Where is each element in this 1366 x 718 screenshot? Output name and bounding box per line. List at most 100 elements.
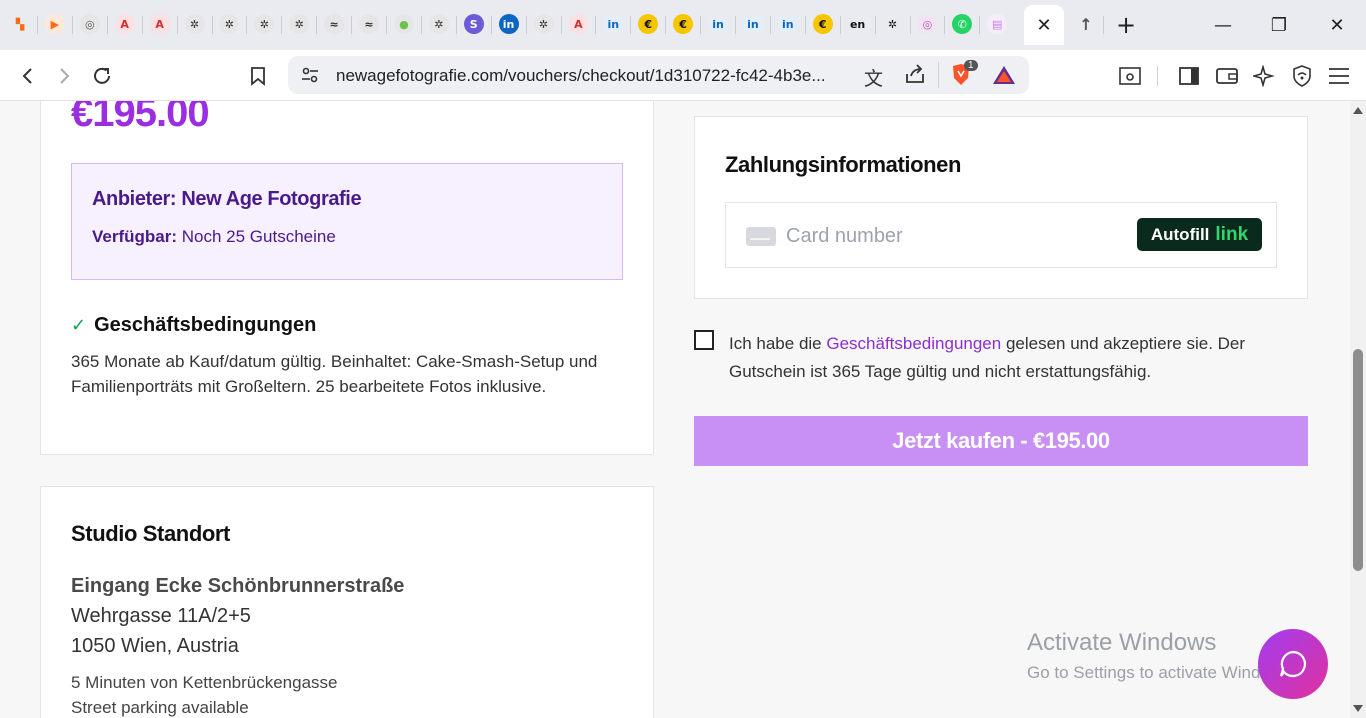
vpn-button[interactable]: [1288, 62, 1316, 90]
copilot-icon[interactable]: ≈: [359, 14, 379, 34]
scroll-down-arrow-icon[interactable]: [1353, 705, 1363, 712]
linkedin-icon[interactable]: in: [708, 14, 728, 34]
tab-divider: [176, 16, 178, 34]
url-text[interactable]: newagefotografie.com/vouchers/checkout/1…: [336, 66, 826, 86]
tab-divider: [386, 16, 387, 34]
scroll-up-arrow-icon[interactable]: [1353, 107, 1363, 114]
reader-icon: [1119, 67, 1141, 85]
euro-coin-icon[interactable]: €: [812, 14, 833, 34]
chatgpt-icon[interactable]: ◎: [79, 14, 100, 34]
wallet-button[interactable]: [1213, 62, 1241, 90]
angular-icon[interactable]: A: [568, 14, 589, 34]
euro-coin-icon[interactable]: €: [638, 14, 659, 34]
terms-agreement-text: Ich habe die Geschäftsbedingungen gelese…: [729, 330, 1319, 386]
tab-divider: [71, 16, 73, 34]
tab-divider: [769, 16, 771, 34]
tab-arrow-icon[interactable]: ↑: [1076, 14, 1096, 34]
tab-divider: [141, 16, 143, 34]
openai-icon[interactable]: ✲: [184, 14, 205, 34]
reader-mode-button[interactable]: [1116, 62, 1144, 90]
brave-rewards-icon[interactable]: [992, 65, 1016, 90]
restore-button[interactable]: ❐: [1264, 10, 1294, 40]
angular-icon[interactable]: A: [114, 14, 135, 34]
chat-launcher-button[interactable]: [1258, 629, 1328, 699]
site-settings-icon[interactable]: [300, 65, 320, 90]
close-window-button[interactable]: ✕: [1322, 10, 1352, 40]
s-coin-icon[interactable]: S: [463, 14, 484, 34]
tab-strip: ▚ ▶ ◎ A A ✲ ✲ ✲ ✲ ≈ ≈ ● ✲ Sin ✲ Ain € € in in in € en ✲ ◎ ✆ ▤ ✕ ↑ …: [0, 0, 1366, 50]
bookmark-button[interactable]: [244, 62, 272, 90]
payment-title: Zahlungsinformationen: [725, 152, 962, 177]
back-button[interactable]: [14, 62, 42, 90]
en-dict-icon[interactable]: en: [848, 14, 868, 34]
card-number-field[interactable]: Card number Autofill link: [725, 202, 1277, 268]
tab-divider: [37, 16, 38, 34]
bookmark-icon: [251, 67, 265, 86]
openai-icon[interactable]: ✲: [428, 14, 449, 34]
new-tab-button[interactable]: +: [1111, 10, 1141, 40]
openai-icon[interactable]: ✲: [254, 14, 275, 34]
page-content: €195.00 Anbieter: New Age Fotografie Ver…: [0, 101, 1350, 718]
openai-icon[interactable]: ✲: [883, 14, 903, 34]
credit-card-icon: [746, 227, 776, 246]
active-tab[interactable]: ✕: [1024, 5, 1064, 45]
browser-toolbar: newagefotografie.com/vouchers/checkout/1…: [0, 50, 1366, 101]
shields-badge: 1: [964, 60, 978, 71]
whatsapp-icon[interactable]: ✆: [952, 14, 973, 34]
close-tab-icon[interactable]: ✕: [1036, 15, 1051, 36]
tab-divider: [316, 16, 318, 34]
brand-orange-icon[interactable]: ▚: [10, 14, 30, 34]
terms-checkbox[interactable]: [694, 330, 714, 350]
translate-icon[interactable]: 文: [864, 64, 883, 91]
terms-link[interactable]: Geschäftsbedingungen: [826, 334, 1001, 353]
pink-circle-icon[interactable]: ◎: [917, 14, 938, 34]
studio-parking: Street parking available: [71, 698, 249, 717]
page-scrollbar[interactable]: [1350, 101, 1366, 718]
tab-divider: [735, 16, 736, 34]
wallet-icon: [1216, 68, 1238, 84]
sparkle-icon: [1253, 65, 1275, 87]
site-favicon-icon[interactable]: ▤: [987, 14, 1008, 34]
buy-now-button[interactable]: Jetzt kaufen - €195.00: [694, 416, 1308, 466]
omnibox-divider: [938, 62, 939, 88]
euro-coin-icon[interactable]: €: [673, 14, 694, 34]
share-icon[interactable]: [904, 64, 926, 89]
angular-icon[interactable]: A: [149, 14, 170, 34]
minimize-button[interactable]: —: [1208, 10, 1238, 40]
scroll-thumb[interactable]: [1353, 349, 1363, 571]
brave-shields-icon[interactable]: 1: [950, 60, 978, 87]
menu-button[interactable]: [1325, 62, 1353, 90]
linkedin-icon[interactable]: in: [742, 14, 763, 34]
tab-divider: [490, 16, 492, 34]
card-number-placeholder[interactable]: Card number: [786, 225, 903, 248]
linkedin-icon[interactable]: in: [777, 14, 798, 34]
plus-icon: +: [1115, 11, 1137, 39]
activate-windows-watermark: Activate Windows Go to Settings to activ…: [1027, 629, 1295, 683]
forward-button[interactable]: [50, 62, 78, 90]
provider-name: Anbieter: New Age Fotografie: [92, 188, 362, 210]
green-circle-icon[interactable]: ●: [393, 14, 414, 34]
address-bar[interactable]: newagefotografie.com/vouchers/checkout/1…: [288, 56, 1029, 94]
sidebar-button[interactable]: [1175, 62, 1203, 90]
tab-divider: [874, 16, 876, 34]
leo-ai-button[interactable]: [1250, 62, 1278, 90]
studio-transit: 5 Minuten von Kettenbrückengasse: [71, 673, 338, 692]
tab-divider: [246, 16, 248, 34]
availability: Verfügbar: Noch 25 Gutscheine: [92, 227, 336, 247]
toolbar-divider: [1157, 66, 1158, 86]
linkedin-icon[interactable]: in: [498, 14, 519, 34]
openai-icon[interactable]: ✲: [533, 14, 554, 34]
linkedin-icon[interactable]: in: [603, 14, 624, 34]
availability-label: Verfügbar:: [92, 227, 178, 246]
play-icon[interactable]: ▶: [44, 14, 65, 34]
tab-divider: [420, 16, 422, 34]
forward-arrow-icon: [60, 68, 70, 84]
reload-button[interactable]: [88, 62, 116, 90]
openai-icon[interactable]: ✲: [289, 14, 310, 34]
tab-divider: [700, 16, 702, 34]
copilot-icon[interactable]: ≈: [324, 14, 345, 34]
openai-icon[interactable]: ✲: [219, 14, 240, 34]
activate-subtitle: Go to Settings to activate Windows.: [1027, 663, 1296, 682]
autofill-link-button[interactable]: Autofill link: [1137, 218, 1262, 251]
tab-divider: [944, 16, 946, 34]
